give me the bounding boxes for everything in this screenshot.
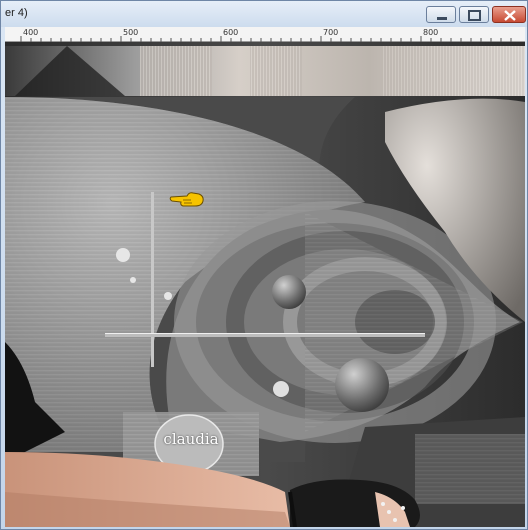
ruler-label-500: 500 bbox=[123, 28, 139, 37]
watermark-text: claudia bbox=[163, 430, 219, 448]
horizontal-ruler[interactable]: 400 500 600 700 800 bbox=[5, 27, 525, 42]
ruler-label-700: 700 bbox=[323, 28, 339, 37]
maximize-icon bbox=[468, 10, 481, 21]
pointing-hand-icon bbox=[169, 192, 204, 207]
image-canvas[interactable]: claudia bbox=[5, 42, 525, 527]
app-window: er 4) 400 500 600 700 800 claudia bbox=[0, 0, 528, 530]
ruler-label-800: 800 bbox=[423, 28, 439, 37]
title-bar[interactable]: er 4) bbox=[1, 1, 527, 27]
close-button[interactable] bbox=[492, 6, 526, 23]
watermark-logo: claudia bbox=[123, 412, 259, 476]
ruler-label-600: 600 bbox=[223, 28, 239, 37]
minimize-button[interactable] bbox=[426, 6, 456, 23]
close-icon bbox=[504, 10, 516, 21]
artwork bbox=[5, 42, 525, 527]
ruler-ticks bbox=[20, 36, 512, 42]
window-title: er 4) bbox=[5, 7, 28, 19]
minimize-icon bbox=[437, 17, 447, 20]
ruler-label-400: 400 bbox=[23, 28, 39, 37]
maximize-button[interactable] bbox=[459, 6, 489, 23]
